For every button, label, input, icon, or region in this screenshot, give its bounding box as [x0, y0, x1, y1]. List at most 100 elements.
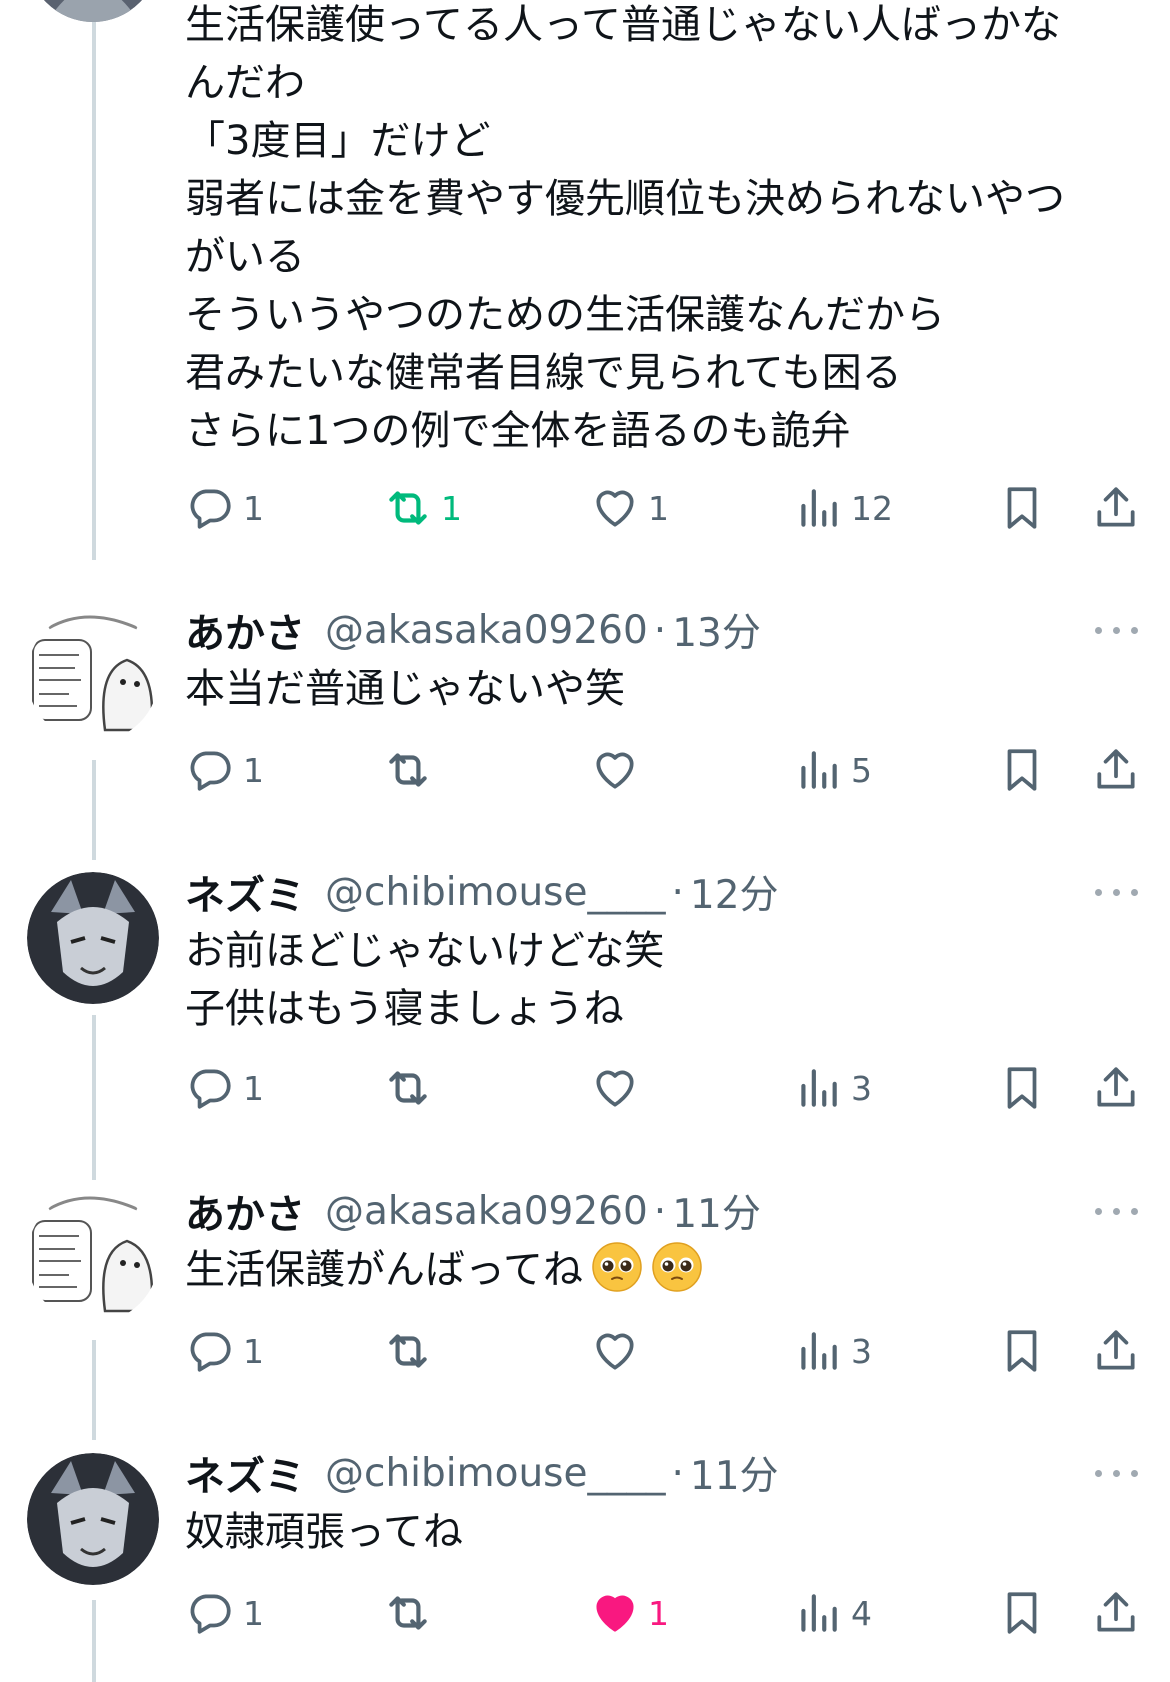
retweet-button[interactable] — [383, 1321, 433, 1381]
avatar[interactable] — [27, 1453, 159, 1585]
heart-icon — [596, 490, 634, 527]
views-button[interactable]: 4 — [793, 1583, 872, 1643]
reply-icon — [190, 1332, 231, 1372]
tweet-text: 生活保護使ってる人って普通じゃない人ばっかな んだわ 「3度目」だけど 弱者には… — [185, 0, 1135, 460]
bookmark-icon — [1007, 1330, 1037, 1372]
display-name[interactable]: ネズミ — [185, 863, 305, 921]
tweet-header: ネズミ @chibimouse____ · 12分 — [185, 862, 779, 922]
bookmark-button[interactable] — [997, 1321, 1047, 1381]
views-button[interactable]: 12 — [793, 478, 893, 538]
retweet-count: 1 — [441, 488, 462, 528]
tweet-text: お前ほどじゃないけどな笑 子供はもう寝ましょうね — [185, 922, 1135, 1038]
share-button[interactable] — [1091, 478, 1141, 538]
share-icon — [1097, 1592, 1135, 1632]
tweet-text-line: お前ほどじゃないけどな笑 — [185, 928, 665, 974]
tweet-text-content: 生活保護がんばってね — [185, 1247, 583, 1293]
timestamp[interactable]: 11分 — [690, 1445, 779, 1501]
tweet-text: 本当だ普通じゃないや笑 — [185, 660, 1135, 718]
view-count: 5 — [851, 750, 872, 790]
bookmark-button[interactable] — [997, 1583, 1047, 1643]
tweet-header: あかさ @akasaka09260 · 11分 — [185, 1181, 761, 1241]
tweet-text-line: 本当だ普通じゃないや笑 — [185, 666, 625, 712]
more-button[interactable] — [1095, 1181, 1141, 1241]
reply-button[interactable]: 1 — [185, 1583, 264, 1643]
pleading-face-emoji — [652, 1242, 702, 1292]
timestamp[interactable]: 13分 — [672, 602, 761, 658]
tweet-text-line: 生活保護がんばってね — [185, 1241, 1135, 1299]
share-icon — [1097, 1330, 1135, 1370]
heart-filled-icon — [596, 1595, 634, 1632]
user-handle[interactable]: @akasaka09260 — [325, 1189, 648, 1234]
share-button[interactable] — [1091, 1583, 1141, 1643]
views-icon — [801, 1332, 837, 1370]
bookmark-icon — [1007, 1592, 1037, 1634]
retweet-icon — [389, 753, 427, 787]
views-icon — [801, 1594, 837, 1632]
action-bar: 1 1 4 — [0, 1583, 1170, 1643]
retweet-button[interactable] — [383, 740, 433, 800]
reply-count: 1 — [243, 1593, 264, 1633]
tweet-header: ネズミ @chibimouse____ · 11分 — [185, 1443, 779, 1503]
user-handle[interactable]: @chibimouse____ — [325, 870, 665, 915]
reply-count: 1 — [243, 750, 264, 790]
thread-line — [92, 0, 96, 560]
avatar[interactable] — [27, 872, 159, 1004]
user-handle[interactable]: @akasaka09260 — [325, 608, 648, 653]
retweet-button[interactable]: 1 — [383, 478, 462, 538]
like-count: 1 — [648, 488, 669, 528]
display-name[interactable]: あかさ — [185, 1182, 305, 1240]
timestamp[interactable]: 11分 — [672, 1183, 761, 1239]
retweet-icon — [389, 491, 427, 525]
reply-button[interactable]: 1 — [185, 740, 264, 800]
avatar[interactable] — [27, 0, 159, 22]
like-button[interactable]: 1 — [590, 1583, 669, 1643]
share-button[interactable] — [1091, 740, 1141, 800]
reply-button[interactable]: 1 — [185, 1058, 264, 1118]
user-handle[interactable]: @chibimouse____ — [325, 1451, 665, 1496]
tweet-text-line: 弱者には金を費やす優先順位も決められないやつ — [185, 176, 1065, 222]
separator: · — [653, 1188, 667, 1234]
timestamp[interactable]: 12分 — [690, 864, 779, 920]
tweet-header: あかさ @akasaka09260 · 13分 — [185, 600, 761, 660]
retweet-icon — [389, 1071, 427, 1105]
views-button[interactable]: 3 — [793, 1321, 872, 1381]
display-name[interactable]: あかさ — [185, 601, 305, 659]
views-button[interactable]: 3 — [793, 1058, 872, 1118]
tweet-text-line: 生活保護使ってる人って普通じゃない人ばっかな — [185, 2, 1061, 48]
avatar[interactable] — [27, 610, 159, 742]
like-button[interactable] — [590, 740, 640, 800]
retweet-button[interactable] — [383, 1058, 433, 1118]
avatar[interactable] — [27, 1191, 159, 1323]
pleading-face-emoji — [592, 1242, 642, 1292]
display-name[interactable]: ネズミ — [185, 1444, 305, 1502]
tweet-text-line: 奴隷頑張ってね — [185, 1509, 463, 1555]
retweet-button[interactable] — [383, 1583, 433, 1643]
heart-icon — [596, 1070, 634, 1107]
like-button[interactable] — [590, 1321, 640, 1381]
more-button[interactable] — [1095, 600, 1141, 660]
bookmark-icon — [1007, 749, 1037, 791]
like-button[interactable] — [590, 1058, 640, 1118]
share-button[interactable] — [1091, 1321, 1141, 1381]
reply-icon — [190, 1069, 231, 1109]
retweet-icon — [389, 1596, 427, 1630]
tweet-text-line: 君みたいな健常者目線で見られても困る — [185, 350, 902, 396]
action-bar: 1 3 — [0, 1321, 1170, 1381]
reply-button[interactable]: 1 — [185, 478, 264, 538]
more-button[interactable] — [1095, 1443, 1141, 1503]
bookmark-button[interactable] — [997, 1058, 1047, 1118]
share-button[interactable] — [1091, 1058, 1141, 1118]
bookmark-button[interactable] — [997, 740, 1047, 800]
heart-icon — [596, 752, 634, 789]
more-button[interactable] — [1095, 862, 1141, 922]
reply-count: 1 — [243, 488, 264, 528]
reply-icon — [190, 489, 231, 529]
retweet-icon — [389, 1334, 427, 1368]
views-button[interactable]: 5 — [793, 740, 872, 800]
share-icon — [1097, 749, 1135, 789]
like-button[interactable]: 1 — [590, 478, 669, 538]
action-bar: 1 1 1 12 — [0, 478, 1170, 538]
bookmark-button[interactable] — [997, 478, 1047, 538]
reply-icon — [190, 751, 231, 791]
reply-button[interactable]: 1 — [185, 1321, 264, 1381]
